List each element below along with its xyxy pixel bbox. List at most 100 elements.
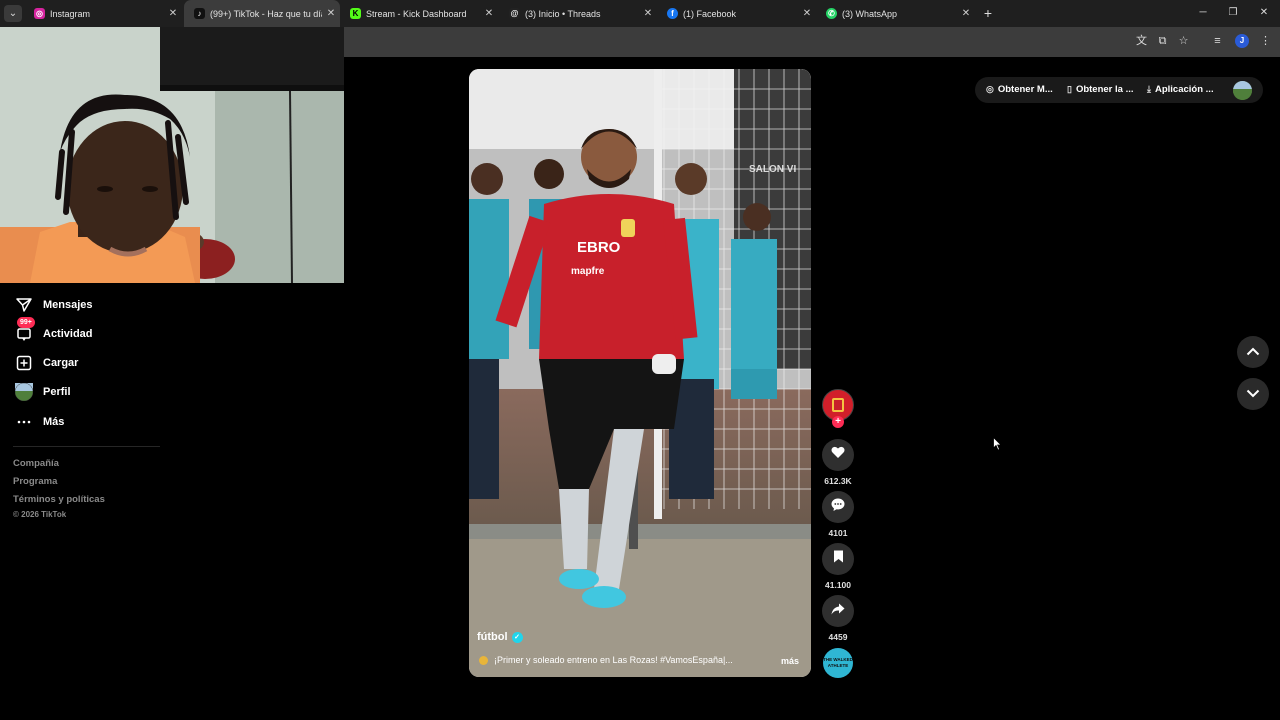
footer-link-terminos[interactable]: Términos y políticas bbox=[13, 494, 105, 505]
sun-emoji-icon bbox=[479, 655, 488, 665]
copyright-text: © 2026 TikTok bbox=[13, 510, 67, 519]
coin-icon: ◎ bbox=[986, 84, 994, 94]
music-disc-label: THE WALKED ATHLETE bbox=[823, 657, 853, 668]
download-icon: ⤓ bbox=[1147, 84, 1151, 94]
webcam-overlay bbox=[0, 27, 344, 283]
new-tab-button[interactable]: + bbox=[980, 5, 996, 21]
get-app-label: Obtener la ... bbox=[1075, 84, 1134, 95]
upload-icon bbox=[13, 352, 35, 374]
window-close-icon[interactable]: ✕ bbox=[1256, 5, 1272, 21]
description-more-link[interactable]: más bbox=[781, 656, 799, 666]
screen: ⌄ ◎ Instagram ✕ ♪ (99+) TikTok - Haz que… bbox=[0, 0, 1280, 720]
get-coins-label: Obtener M... bbox=[997, 84, 1053, 95]
restore-icon[interactable]: ❐ bbox=[1225, 5, 1241, 21]
sidebar-item-label: Mensajes bbox=[43, 299, 93, 311]
threads-icon: @ bbox=[509, 8, 520, 19]
browser-tab-bar: ⌄ ◎ Instagram ✕ ♪ (99+) TikTok - Haz que… bbox=[0, 0, 1280, 27]
phone-icon: ▯ bbox=[1067, 84, 1072, 94]
sidebar-item-label: Actividad bbox=[43, 328, 93, 340]
save-count: 41.100 bbox=[825, 580, 851, 590]
heart-icon bbox=[831, 446, 845, 464]
sidebar-item-label: Cargar bbox=[43, 357, 79, 369]
shirt-sponsor2-text: mapfre bbox=[571, 266, 605, 277]
bookmark-icon bbox=[833, 550, 844, 568]
close-icon[interactable]: ✕ bbox=[164, 8, 182, 19]
tab-whatsapp[interactable]: ✆ (3) WhatsApp ✕ bbox=[816, 0, 975, 27]
notification-badge: 99+ bbox=[17, 317, 35, 328]
mouse-cursor-icon bbox=[993, 436, 1002, 456]
video-username[interactable]: fútbol ✓ bbox=[477, 631, 523, 643]
description-text: ¡Primer y soleado entreno en Las Rozas! … bbox=[494, 655, 733, 665]
sidebar-item-mensajes[interactable]: Mensajes bbox=[13, 294, 93, 316]
tab-search-button[interactable]: ⌄ bbox=[4, 5, 22, 22]
username-text: fútbol bbox=[477, 631, 508, 643]
get-coins-button[interactable]: ◎ Obtener M... bbox=[986, 84, 1053, 95]
chevron-up-icon bbox=[1246, 343, 1260, 361]
comment-button[interactable] bbox=[822, 491, 854, 523]
chevron-down-icon bbox=[1246, 385, 1260, 403]
share-button[interactable] bbox=[822, 595, 854, 627]
close-icon[interactable]: ✕ bbox=[798, 8, 816, 19]
close-icon[interactable]: ✕ bbox=[639, 8, 657, 19]
save-button[interactable] bbox=[822, 543, 854, 575]
video-frame-image: SALON VI EBRO mapfre bbox=[469, 69, 811, 677]
like-count: 612.3K bbox=[824, 476, 852, 486]
video-description: ¡Primer y soleado entreno en Las Rozas! … bbox=[479, 655, 779, 665]
translate-icon[interactable]: 文 bbox=[1134, 34, 1149, 49]
browser-profile-avatar[interactable]: J bbox=[1235, 34, 1249, 48]
tab-title: (1) Facebook bbox=[683, 8, 737, 19]
browser-menu-icon[interactable]: ⋮ bbox=[1258, 34, 1273, 49]
tab-facebook[interactable]: f (1) Facebook ✕ bbox=[657, 0, 816, 27]
footer-link-compania[interactable]: Compañía bbox=[13, 458, 59, 469]
music-disc-icon[interactable]: THE WALKED ATHLETE bbox=[823, 648, 853, 678]
desktop-app-button[interactable]: ⤓ Aplicación ... bbox=[1147, 84, 1214, 95]
close-icon[interactable]: ✕ bbox=[957, 8, 975, 19]
instagram-icon: ◎ bbox=[34, 8, 45, 19]
more-icon bbox=[13, 411, 35, 433]
sidebar-item-perfil[interactable]: Perfil bbox=[13, 381, 71, 403]
tab-title: (3) Inicio • Threads bbox=[525, 8, 601, 19]
webcam-feed-image bbox=[0, 27, 344, 283]
desktop-app-label: Aplicación ... bbox=[1154, 84, 1214, 95]
next-video-button[interactable] bbox=[1237, 378, 1269, 410]
whatsapp-icon: ✆ bbox=[826, 8, 837, 19]
facebook-icon: f bbox=[667, 8, 678, 19]
tab-kick[interactable]: K Stream - Kick Dashboard ✕ bbox=[340, 0, 498, 27]
tab-title: (3) WhatsApp bbox=[842, 8, 898, 19]
shirt-sponsor-text: EBRO bbox=[577, 239, 621, 256]
sidebar-item-label: Más bbox=[43, 416, 65, 428]
tab-title: Instagram bbox=[50, 8, 91, 19]
bookmark-star-icon[interactable]: ☆ bbox=[1176, 34, 1191, 49]
sidebar-divider bbox=[13, 446, 160, 447]
tab-threads[interactable]: @ (3) Inicio • Threads ✕ bbox=[499, 0, 657, 27]
follow-button[interactable]: + bbox=[832, 416, 844, 428]
share-count: 4459 bbox=[828, 632, 848, 642]
tab-title: (99+) TikTok - Haz que tu día se bbox=[210, 8, 322, 19]
close-icon[interactable]: ✕ bbox=[322, 8, 340, 19]
video-player[interactable]: SALON VI EBRO mapfre bbox=[469, 69, 811, 677]
get-app-button[interactable]: ▯ Obtener la ... bbox=[1067, 84, 1134, 95]
sidebar-item-mas[interactable]: Más bbox=[13, 411, 64, 433]
previous-video-button[interactable] bbox=[1237, 336, 1269, 368]
send-icon bbox=[13, 294, 35, 316]
tab-instagram[interactable]: ◎ Instagram ✕ bbox=[24, 0, 182, 27]
tab-title: Stream - Kick Dashboard bbox=[366, 8, 467, 19]
install-app-icon[interactable]: ⧉ bbox=[1155, 34, 1170, 49]
like-button[interactable] bbox=[822, 439, 854, 471]
media-control-icon[interactable]: ≡ bbox=[1210, 34, 1225, 49]
footer-link-programa[interactable]: Programa bbox=[13, 476, 57, 487]
minimize-icon[interactable]: ─ bbox=[1195, 5, 1211, 21]
sidebar-item-cargar[interactable]: Cargar bbox=[13, 352, 78, 374]
banner-text: SALON VI bbox=[749, 164, 796, 175]
verified-badge-icon: ✓ bbox=[511, 631, 523, 643]
tiktok-icon: ♪ bbox=[194, 8, 205, 19]
activity-icon: 99+ bbox=[13, 317, 35, 345]
user-avatar[interactable] bbox=[1233, 81, 1252, 100]
tab-tiktok[interactable]: ♪ (99+) TikTok - Haz que tu día se ✕ bbox=[184, 0, 340, 27]
close-icon[interactable]: ✕ bbox=[480, 8, 498, 19]
comment-icon bbox=[831, 498, 845, 516]
share-icon bbox=[831, 602, 845, 620]
sidebar-item-label: Perfil bbox=[43, 386, 71, 398]
sidebar-item-actividad[interactable]: 99+ Actividad bbox=[13, 317, 93, 345]
kick-icon: K bbox=[350, 8, 361, 19]
